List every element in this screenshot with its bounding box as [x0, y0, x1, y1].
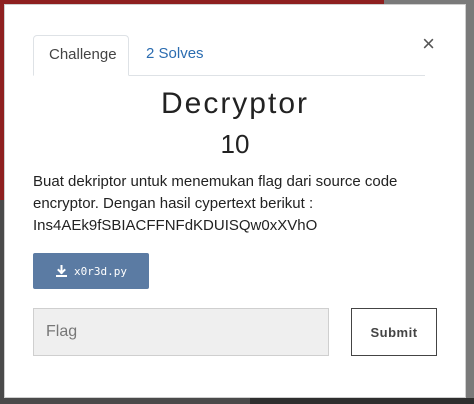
download-icon: [55, 264, 68, 278]
challenge-title: Decryptor: [160, 87, 310, 120]
challenge-description: Buat dekriptor untuk menemukan flag dari…: [33, 171, 423, 237]
close-icon[interactable]: ×: [422, 33, 435, 55]
modal-tabs: Challenge 2 Solves: [33, 35, 425, 76]
challenge-points: 10: [220, 129, 250, 159]
submit-button[interactable]: Submit: [351, 308, 437, 356]
file-name: x0r3d.py: [74, 264, 127, 278]
challenge-modal: Challenge 2 Solves × Decryptor 10 Buat d…: [4, 4, 466, 398]
flag-input[interactable]: [33, 308, 329, 356]
file-download-button[interactable]: x0r3d.py: [33, 253, 149, 289]
tab-solves[interactable]: 2 Solves: [131, 35, 219, 75]
background-bottom-bar: [250, 398, 474, 404]
description-line: encryptor. Dengan hasil cypertext beriku…: [33, 195, 314, 212]
description-line: Buat dekriptor untuk menemukan flag dari…: [33, 173, 398, 190]
description-line: Ins4AEk9fSBIACFFNFdKDUISQw0xXVhO: [33, 217, 318, 234]
tab-challenge[interactable]: Challenge: [33, 35, 129, 76]
